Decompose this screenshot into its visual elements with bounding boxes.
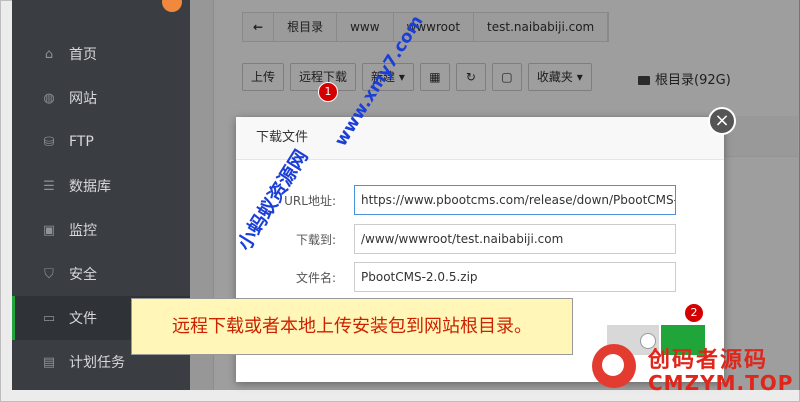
sidebar-item-label: 文件 [69,311,97,327]
instruction-callout: 远程下载或者本地上传安装包到网站根目录。 [131,298,573,355]
sidebar-item-websites[interactable]: ◍ 网站 [12,76,190,120]
shield-icon: ⛉ [44,266,54,282]
database-icon: ☰ [43,178,55,194]
destination-row: 下载到: /www/wwwroot/test.naibabiji.com [236,224,724,254]
brand-name-en: CMZYM.TOP [648,371,794,395]
sidebar-item-home[interactable]: ⌂ 首页 [12,32,190,76]
filename-label: 文件名: [295,271,336,285]
sidebar-item-monitor[interactable]: ▣ 监控 [12,208,190,252]
sidebar-item-label: 安全 [69,267,97,283]
sidebar-item-label: 计划任务 [69,355,125,371]
monitor-icon: ▣ [42,222,56,238]
close-icon: × [714,110,730,131]
sidebar-item-label: 首页 [69,47,97,63]
filename-row: 文件名: PbootCMS-2.0.5.zip [236,262,724,292]
destination-input[interactable]: /www/wwwroot/test.naibabiji.com [354,224,676,254]
url-input[interactable]: https://www.pbootcms.com/release/down/Pb… [354,185,676,215]
sidebar-item-label: 监控 [69,223,97,239]
filename-input[interactable]: PbootCMS-2.0.5.zip [354,262,676,292]
brand-logo: 创码者源码 CMZYM.TOP [590,340,796,398]
globe-icon: ◍ [43,90,55,106]
calendar-icon: ▤ [42,354,56,370]
step-marker: 2 [684,303,704,323]
sidebar-item-ftp[interactable]: ⛁ FTP [12,120,190,164]
brand-logo-icon [592,344,636,388]
url-row: URL地址: https://www.pbootcms.com/release/… [236,185,724,215]
sidebar-item-security[interactable]: ⛉ 安全 [12,252,190,296]
url-label: URL地址: [284,194,336,208]
dialog-title: 下载文件 [236,117,724,160]
home-icon: ⌂ [44,46,54,62]
close-button[interactable]: × [708,107,736,135]
folder-icon: ▭ [42,310,56,326]
sidebar-item-label: FTP [69,134,94,150]
sidebar-item-label: 数据库 [69,179,111,195]
sidebar-item-label: 网站 [69,91,97,107]
sidebar-header [12,0,190,22]
ftp-icon: ⛁ [43,134,55,150]
sidebar-item-database[interactable]: ☰ 数据库 [12,164,190,208]
brand-name-cn: 创码者源码 [648,348,769,373]
step-marker: 1 [318,82,338,102]
notification-badge[interactable] [162,0,182,12]
destination-label: 下载到: [295,233,336,247]
